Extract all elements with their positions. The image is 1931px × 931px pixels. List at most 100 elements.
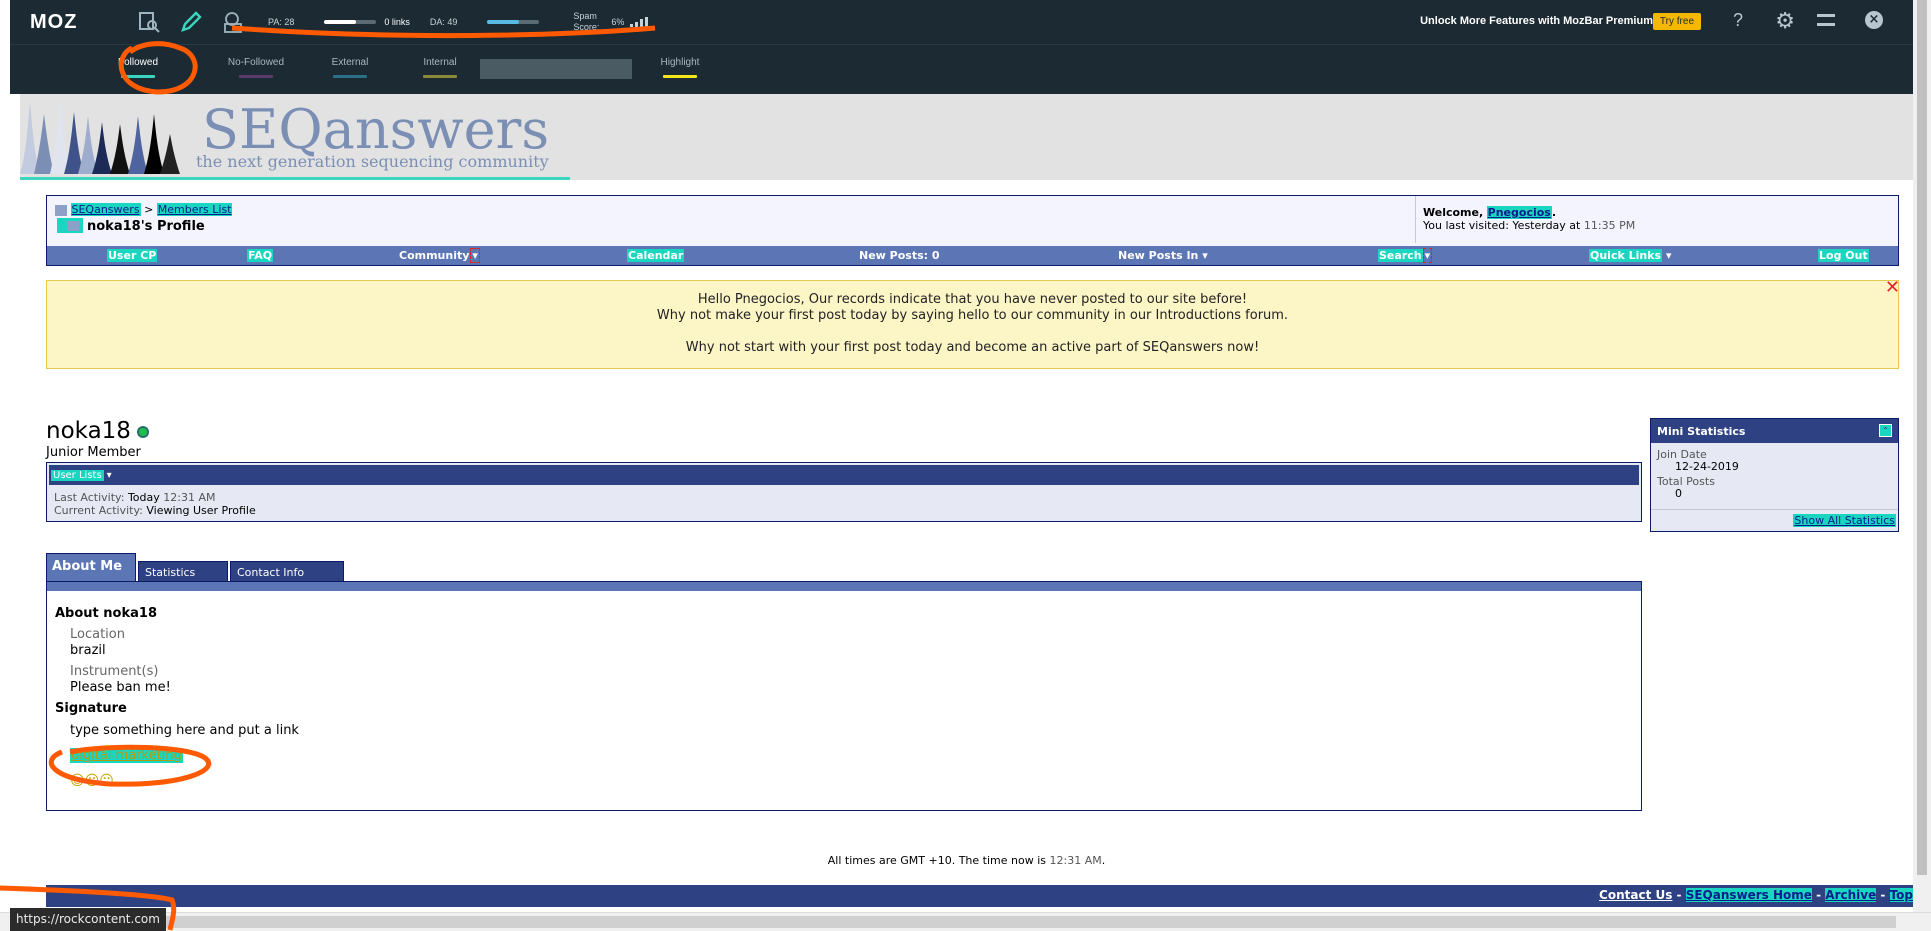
footer-link-home[interactable]: SEQanswers Home xyxy=(1685,888,1812,902)
horizontal-scroll-thumb[interactable] xyxy=(16,916,1896,928)
logo-underline xyxy=(20,177,570,180)
footer-links-bar: Contact Us - SEQanswers Home - Archive -… xyxy=(46,885,1913,907)
tab-label: Highlight xyxy=(660,57,700,68)
chevron-down-icon: ▾ xyxy=(1665,249,1672,262)
no-followed-underline xyxy=(239,75,273,78)
current-activity-label: Current Activity: xyxy=(54,504,143,517)
dismiss-notice-icon[interactable]: ✕ xyxy=(1885,279,1900,297)
crumb-members-list[interactable]: Members List xyxy=(156,203,233,216)
mini-stats-title: Mini Statistics xyxy=(1657,425,1746,438)
crumb-seqanswers[interactable]: SEQanswers xyxy=(70,203,141,216)
chevron-down-icon: ▾ xyxy=(1422,248,1433,263)
notice-line-3: Why not start with your first post today… xyxy=(685,340,1260,355)
nav-new-posts-in[interactable]: New Posts In ▾ xyxy=(1118,249,1208,262)
nav-user-cp[interactable]: User CP xyxy=(107,249,158,262)
tab-label: Followed xyxy=(117,57,159,68)
nav-quick-links[interactable]: Quick Links ▾ xyxy=(1589,249,1671,262)
moz-logo: MOZ xyxy=(30,10,78,33)
welcome-box: Welcome, Pnegocios. You last visited: Ye… xyxy=(1415,196,1899,243)
activity-bar: User Lists ▾ xyxy=(49,465,1639,485)
footer-time: All times are GMT +10. The time now is 1… xyxy=(20,854,1913,867)
signature-text: type something here and put a link xyxy=(70,723,299,738)
spam-label: Spam Score: xyxy=(573,11,600,32)
site-header: SEQanswers the next generation sequencin… xyxy=(20,94,1913,180)
spam-value: 6% xyxy=(611,16,625,27)
username-text: noka18 xyxy=(46,418,131,444)
navbox: SEQanswers > Members List noka18's Profi… xyxy=(46,195,1899,266)
nav-new-posts[interactable]: New Posts: 0 xyxy=(859,249,940,262)
mozbar-metrics: PA: 28 0 links DA: 49 xyxy=(268,17,547,27)
tab-internal[interactable]: Internal xyxy=(410,57,470,78)
gear-icon[interactable]: ⚙ xyxy=(1775,9,1795,34)
try-free-button[interactable]: Try free xyxy=(1652,13,1701,30)
footer-link-top[interactable]: Top xyxy=(1889,888,1913,902)
nav-community-label: Community xyxy=(399,249,470,262)
highlight-search-input[interactable] xyxy=(480,59,632,79)
show-all-statistics-link[interactable]: Show All Statistics xyxy=(1793,514,1896,527)
forum-icon xyxy=(55,204,67,216)
notice-line-1: Hello Pnegocios, Our records indicate th… xyxy=(697,292,1248,307)
total-posts-value: 0 xyxy=(1675,487,1682,500)
vertical-scroll-thumb[interactable] xyxy=(1917,0,1927,875)
footer-times-text: All times are GMT +10. The time now is xyxy=(827,854,1046,867)
footer-link-archive[interactable]: Archive xyxy=(1825,888,1877,902)
pa-bar xyxy=(324,20,377,24)
vertical-scrollbar[interactable] xyxy=(1913,0,1931,912)
welcome-notice: Hello Pnegocios, Our records indicate th… xyxy=(46,279,1900,369)
links-count: 0 links xyxy=(384,17,410,27)
internal-underline xyxy=(423,75,457,78)
instrument-label: Instrument(s) xyxy=(70,664,159,679)
last-activity-time: 12:31 AM xyxy=(163,491,216,504)
tab-no-followed[interactable]: No-Followed xyxy=(220,57,292,78)
breadcrumb: SEQanswers > Members List xyxy=(55,203,233,216)
highlight-pencil-icon[interactable] xyxy=(178,9,204,35)
about-heading: About noka18 xyxy=(55,606,157,621)
nav-calendar[interactable]: Calendar xyxy=(627,249,685,262)
smiley-icons: ☺☺☺ xyxy=(70,773,114,789)
highlight-underline xyxy=(663,75,697,78)
notice-line-2: Why not make your first post today by sa… xyxy=(656,308,1289,323)
location-label: Location xyxy=(70,627,125,642)
tab-contact-info[interactable]: Contact Info xyxy=(230,561,344,582)
welcome-user-link[interactable]: Pnegocios xyxy=(1486,206,1552,219)
panel-strip xyxy=(47,582,1641,591)
signature-link[interactable]: digital marketing xyxy=(70,748,183,763)
nav-quick-links-label: Quick Links xyxy=(1589,249,1663,262)
mini-stats-header: Mini Statistics ⌃ xyxy=(1651,419,1898,443)
nav-log-out[interactable]: Log Out xyxy=(1818,249,1869,262)
external-underline xyxy=(333,75,367,78)
tab-external[interactable]: External xyxy=(320,57,380,78)
pa-score: PA: 28 xyxy=(268,17,295,27)
nav-new-posts-in-label: New Posts In xyxy=(1118,249,1199,262)
mini-statistics: Mini Statistics ⌃ Join Date 12-24-2019 To… xyxy=(1650,418,1899,532)
footer-link-contact[interactable]: Contact Us xyxy=(1599,888,1672,902)
mozbar-toolbar: MOZ PA: 28 0 links DA: 49 Spam Score: 6%… xyxy=(10,0,1913,44)
followed-underline xyxy=(121,75,155,78)
nav-search[interactable]: Search ▾ xyxy=(1378,248,1433,263)
nav-faq[interactable]: FAQ xyxy=(247,249,274,262)
total-posts-label: Total Posts xyxy=(1657,475,1715,488)
keyword-icon[interactable] xyxy=(220,9,246,35)
nav-menu: User CP FAQ Community ▾ Calendar New Post… xyxy=(47,246,1898,265)
collapse-icon[interactable]: ⌃ xyxy=(1879,424,1892,437)
spam-bars-icon xyxy=(630,17,650,27)
signature-heading: Signature xyxy=(55,701,127,716)
close-icon[interactable]: × xyxy=(1865,11,1883,29)
nav-community[interactable]: Community ▾ xyxy=(399,248,480,263)
site-page: SEQanswers the next generation sequencin… xyxy=(20,94,1913,931)
last-activity-value: Today xyxy=(127,491,160,504)
minimize-icon[interactable] xyxy=(1817,14,1835,26)
tab-followed[interactable]: Followed xyxy=(110,57,166,78)
horizontal-scrollbar[interactable] xyxy=(0,912,1931,931)
page-analysis-icon[interactable] xyxy=(136,9,162,35)
help-icon[interactable]: ? xyxy=(1733,10,1743,31)
last-visited-time: 11:35 PM xyxy=(1583,219,1636,232)
footer-period: . xyxy=(1101,854,1106,867)
tab-about-me[interactable]: About Me xyxy=(46,553,136,582)
mini-stats-footer: Show All Statistics xyxy=(1651,509,1898,531)
tab-highlight[interactable]: Highlight xyxy=(650,57,710,78)
chevron-down-icon[interactable]: ▾ xyxy=(107,470,112,481)
user-lists-button[interactable]: User Lists xyxy=(51,469,104,481)
tab-statistics[interactable]: Statistics xyxy=(138,561,228,582)
da-bar xyxy=(487,20,540,24)
